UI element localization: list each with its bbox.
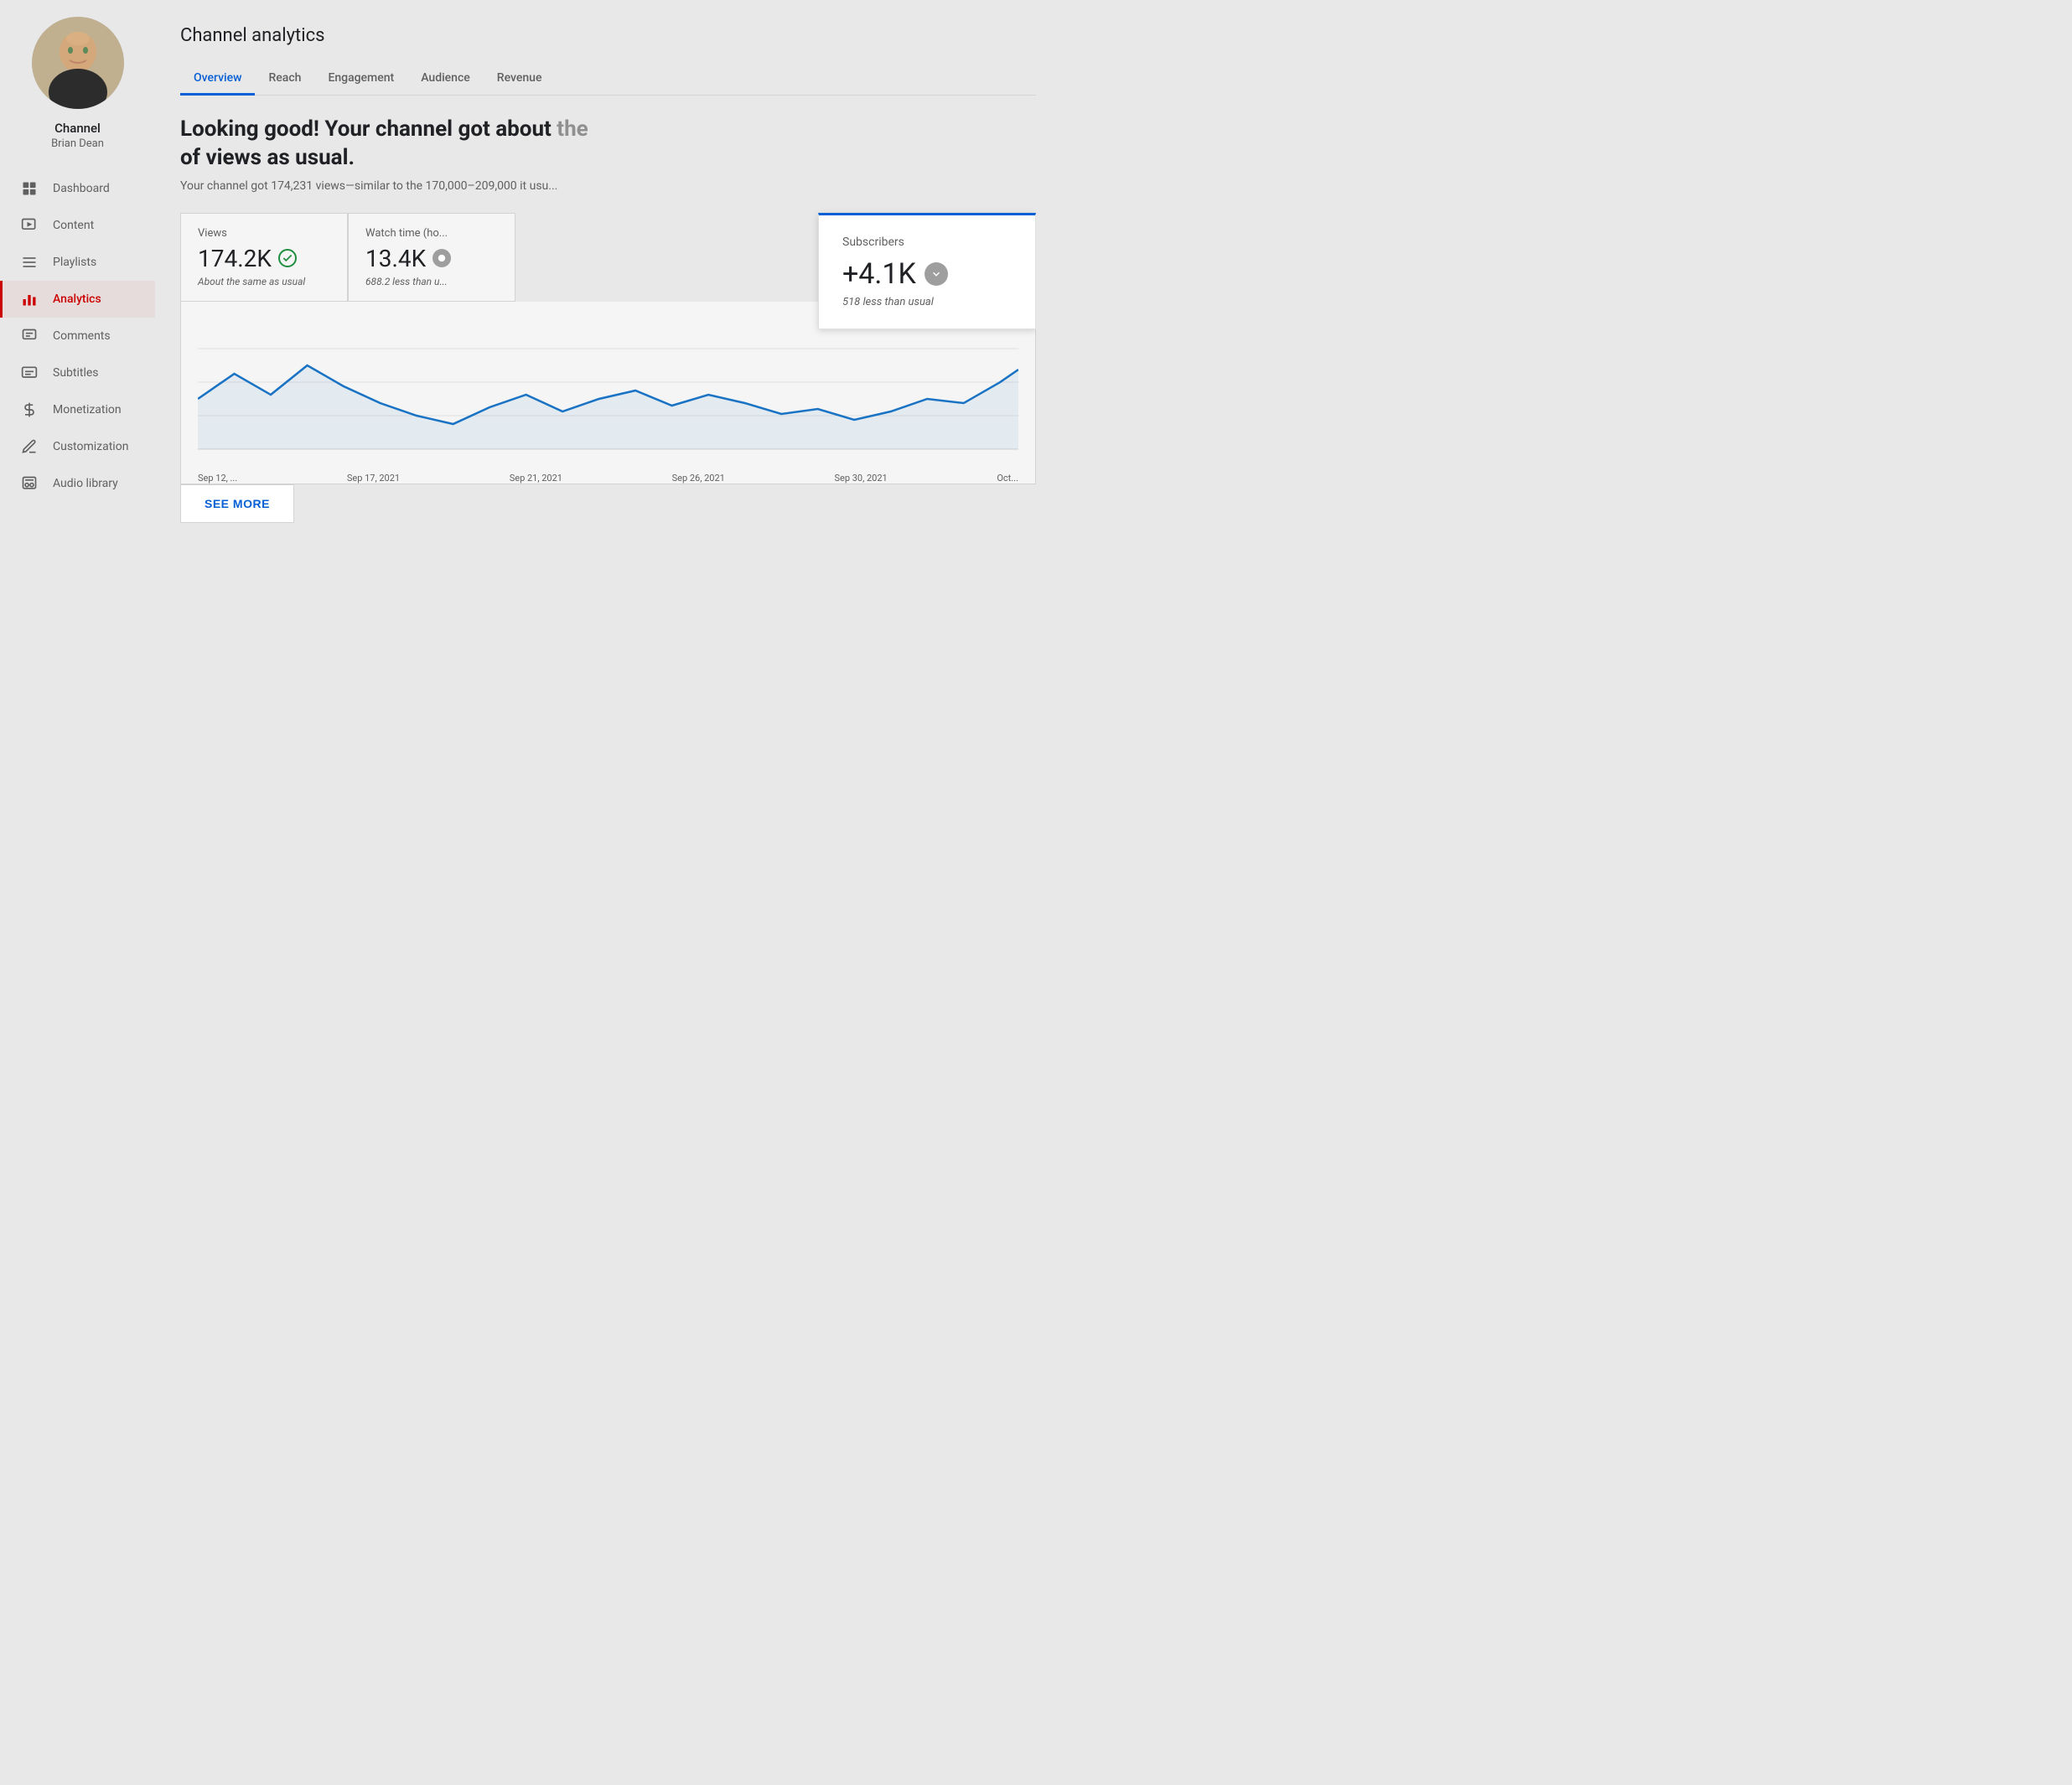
subscribers-label: Subscribers	[842, 235, 1012, 249]
analytics-icon	[19, 289, 39, 309]
chart-dates: Sep 12, ... Sep 17, 2021 Sep 21, 2021 Se…	[198, 466, 1018, 484]
date-6: Oct...	[997, 473, 1018, 484]
watch-time-card: Watch time (ho... 13.4K 688.2 less than …	[348, 213, 515, 302]
channel-handle: Brian Dean	[51, 137, 104, 150]
chart-svg	[198, 315, 1018, 466]
playlists-icon	[19, 252, 39, 272]
sidebar: Channel Brian Dean Dashboard	[0, 0, 155, 892]
tab-audience[interactable]: Audience	[407, 63, 484, 96]
dashboard-label: Dashboard	[53, 182, 110, 195]
summary-highlight: the	[557, 116, 588, 142]
main-content: Channel analytics Overview Reach Engagem…	[155, 0, 1036, 892]
sidebar-item-subtitles[interactable]: Subtitles	[0, 354, 155, 391]
comments-icon	[19, 326, 39, 346]
summary-subtext: Your channel got 174,231 views—similar t…	[180, 179, 1036, 193]
subscribers-note: 518 less than usual	[842, 296, 1012, 308]
subscribers-value-row: +4.1K	[842, 257, 1012, 291]
tab-reach[interactable]: Reach	[255, 63, 314, 96]
page-title: Channel analytics	[180, 25, 1036, 46]
views-label: Views	[198, 227, 330, 240]
see-more-button[interactable]: SEE MORE	[180, 484, 294, 523]
summary-headline: Looking good! Your channel got about the…	[180, 116, 1036, 173]
bottom-section: SEE MORE	[180, 484, 1036, 523]
date-3: Sep 21, 2021	[510, 473, 562, 484]
content-label: Content	[53, 219, 94, 232]
sidebar-item-dashboard[interactable]: Dashboard	[0, 170, 155, 207]
sidebar-item-audio-library[interactable]: Audio library	[0, 465, 155, 502]
analytics-label: Analytics	[53, 292, 101, 306]
views-value: 174.2K	[198, 245, 272, 272]
watch-time-value: 13.4K	[365, 245, 426, 272]
audio-library-label: Audio library	[53, 477, 118, 490]
subscribers-badge	[925, 262, 948, 286]
monetization-icon	[19, 400, 39, 420]
tabs-bar: Overview Reach Engagement Audience Reven…	[180, 63, 1036, 96]
sidebar-item-monetization[interactable]: Monetization	[0, 391, 155, 428]
nav-list: Dashboard Content Playlists	[0, 170, 155, 502]
watch-time-value-row: 13.4K	[365, 245, 498, 272]
watch-time-label: Watch time (ho...	[365, 227, 498, 240]
subtitles-icon	[19, 363, 39, 383]
subscribers-value: +4.1K	[842, 257, 916, 291]
views-card: Views 174.2K About the same as usual	[180, 213, 348, 302]
sidebar-item-content[interactable]: Content	[0, 207, 155, 244]
watch-time-note: 688.2 less than u...	[365, 276, 498, 287]
content-icon	[19, 215, 39, 235]
date-1: Sep 12, ...	[198, 473, 237, 484]
avatar	[32, 17, 124, 109]
stats-section: Views 174.2K About the same as usual Wat…	[180, 213, 1036, 302]
views-note: About the same as usual	[198, 276, 330, 287]
views-badge	[278, 249, 297, 267]
watch-time-badge	[433, 249, 451, 267]
date-4: Sep 26, 2021	[672, 473, 725, 484]
date-5: Sep 30, 2021	[834, 473, 887, 484]
sidebar-item-playlists[interactable]: Playlists	[0, 244, 155, 281]
subtitles-label: Subtitles	[53, 366, 99, 380]
dashboard-icon	[19, 178, 39, 199]
monetization-label: Monetization	[53, 403, 122, 416]
audio-icon	[19, 473, 39, 494]
tab-engagement[interactable]: Engagement	[314, 63, 407, 96]
sidebar-item-customization[interactable]: Customization	[0, 428, 155, 465]
playlists-label: Playlists	[53, 256, 96, 269]
sidebar-item-comments[interactable]: Comments	[0, 318, 155, 354]
sidebar-item-analytics[interactable]: Analytics	[0, 281, 155, 318]
customization-label: Customization	[53, 440, 128, 453]
comments-label: Comments	[53, 329, 111, 343]
tab-overview[interactable]: Overview	[180, 63, 255, 96]
customization-icon	[19, 437, 39, 457]
tab-revenue[interactable]: Revenue	[484, 63, 556, 96]
date-2: Sep 17, 2021	[347, 473, 400, 484]
subscribers-card: Subscribers +4.1K 518 less than usual	[818, 213, 1036, 329]
channel-name: Channel	[54, 121, 101, 136]
views-value-row: 174.2K	[198, 245, 330, 272]
summary-end: of views as usual.	[180, 145, 355, 170]
summary-main: Looking good! Your channel got about	[180, 116, 557, 142]
